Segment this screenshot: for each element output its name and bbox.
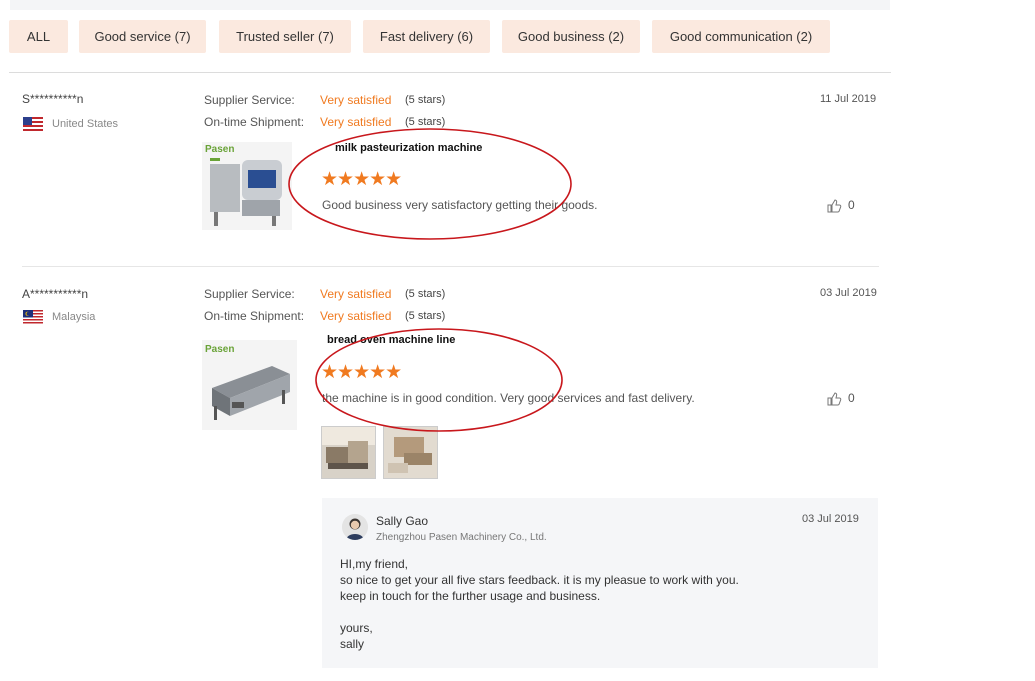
filter-chip-good-service[interactable]: Good service (7) [79, 20, 206, 53]
product-title: milk pasteurization machine [335, 142, 483, 154]
top-strip [10, 0, 890, 10]
malaysia-flag-icon [23, 310, 43, 324]
buyer-name: A***********n [22, 287, 89, 301]
shipment-stars: (5 stars) [405, 310, 446, 322]
review-comment: the machine is in good condition. Very g… [322, 391, 695, 405]
us-flag-icon [23, 117, 43, 131]
supplier-service-value: Very satisfied [320, 93, 392, 107]
buyer-name: S**********n [22, 92, 84, 106]
reply-line: sally [340, 637, 365, 651]
avatar [342, 514, 368, 540]
supplier-service-label: Supplier Service: [204, 287, 295, 301]
filter-chip-trusted-seller[interactable]: Trusted seller (7) [219, 20, 351, 53]
review-photo-picture [322, 427, 375, 478]
shipment-value: Very satisfied [320, 309, 392, 323]
reply-line: keep in touch for the further usage and … [340, 589, 601, 603]
review-date: 11 Jul 2019 [820, 93, 877, 105]
divider [22, 266, 879, 267]
supplier-service-stars: (5 stars) [405, 288, 446, 300]
shipment-label: On-time Shipment: [204, 309, 305, 323]
person-avatar-icon [342, 514, 368, 540]
shipment-value: Very satisfied [320, 115, 392, 129]
reply-date: 03 Jul 2019 [802, 513, 859, 525]
reply-line: yours, [340, 621, 373, 635]
supplier-reply: Sally Gao Zhengzhou Pasen Machinery Co.,… [322, 498, 878, 668]
buyer-country: Malaysia [52, 311, 96, 323]
supplier-service-value: Very satisfied [320, 287, 392, 301]
star-rating: ★★★★★ [321, 362, 402, 383]
reply-company: Zhengzhou Pasen Machinery Co., Ltd. [376, 532, 547, 543]
review-photo[interactable] [383, 426, 438, 479]
filter-chip-good-communication[interactable]: Good communication (2) [652, 20, 830, 53]
supplier-service-stars: (5 stars) [405, 94, 446, 106]
product-image[interactable]: Pasen [202, 340, 297, 430]
like-count: 0 [848, 391, 855, 405]
review-comment: Good business very satisfactory getting … [322, 198, 598, 212]
divider [9, 72, 891, 73]
product-title: bread oven machine line [327, 334, 456, 346]
buyer-country: United States [52, 118, 119, 130]
reply-line: HI,my friend, [340, 557, 409, 571]
star-rating: ★★★★★ [321, 169, 402, 190]
filter-chip-fast-delivery[interactable]: Fast delivery (6) [363, 20, 490, 53]
thumbs-up-icon[interactable] [826, 198, 842, 214]
supplier-service-label: Supplier Service: [204, 93, 295, 107]
thumbs-up-icon[interactable] [826, 391, 842, 407]
oven-line-picture [212, 366, 290, 420]
review-photo-picture [384, 427, 437, 478]
like-count: 0 [848, 198, 855, 212]
shipment-label: On-time Shipment: [204, 115, 305, 129]
shipment-stars: (5 stars) [405, 116, 446, 128]
review-date: 03 Jul 2019 [820, 287, 877, 299]
product-image[interactable]: Pasen [202, 142, 292, 230]
review-photo[interactable] [321, 426, 376, 479]
filter-chip-all[interactable]: ALL [9, 20, 68, 53]
reply-line: so nice to get your all five stars feedb… [340, 573, 739, 587]
filter-chip-good-business[interactable]: Good business (2) [502, 20, 640, 53]
pasteurizer-machine-picture [210, 158, 282, 226]
reply-author: Sally Gao [376, 514, 429, 528]
